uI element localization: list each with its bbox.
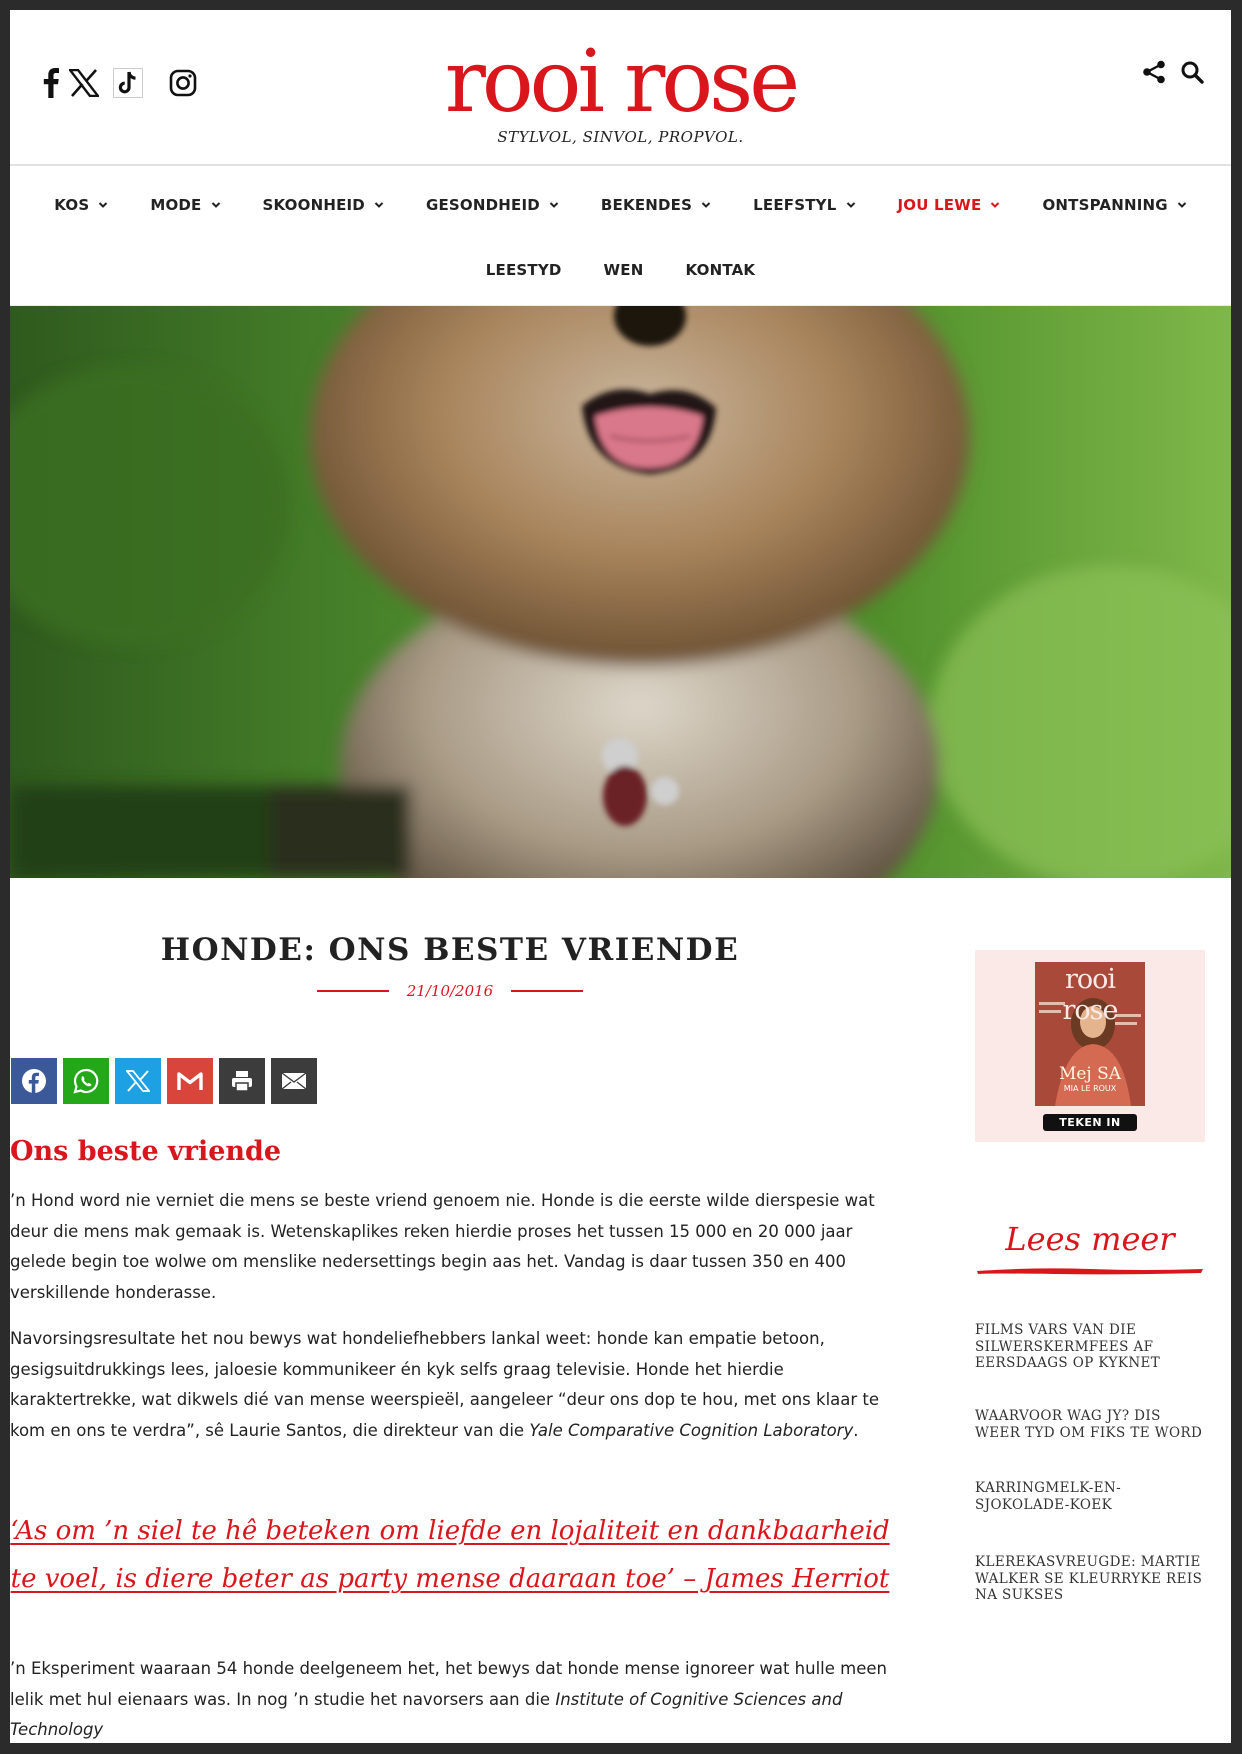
print-button[interactable] [219,1058,265,1104]
nav-label: KOS [54,196,90,214]
nav-label: LEESTYD [485,261,562,279]
chevron-down-icon [701,202,711,208]
main-nav: KOS MODE SKOONHEID GESONDHEID BEKENDES L… [10,168,1231,306]
site-header: rooi rose STYLVOL, SINVOL, PROPVOL. [10,10,1231,166]
search-icon[interactable] [1180,60,1206,86]
related-article-link[interactable]: KARRINGMELK-EN-SJOKOLADE-KOEK [975,1480,1205,1513]
divider [316,990,389,992]
share-whatsapp-button[interactable] [63,1058,109,1104]
paragraph-end: . [853,1420,859,1440]
hero-image [10,306,1231,878]
facebook-icon [22,1069,46,1094]
nav-item-bekendes[interactable]: BEKENDES [601,196,711,214]
lab-name: Yale Comparative Cognition Laboratory [529,1420,854,1440]
chevron-down-icon [374,202,384,208]
chevron-down-icon [846,202,855,208]
share-email-button[interactable] [271,1058,317,1104]
share-bar [11,1058,323,1104]
read-more-heading: Lees meer [1005,1220,1175,1258]
subscribe-button[interactable]: TEKEN IN [1043,1114,1137,1131]
chevron-down-icon [1177,202,1186,208]
whatsapp-icon [73,1068,99,1094]
nav-item-gesondheid[interactable]: GESONDHEID [426,196,559,214]
article-title: HONDE: ONS BESTE VRIENDE [160,932,740,968]
print-icon [232,1071,252,1092]
chevron-down-icon [549,202,559,208]
cover-subline: MIA LE ROUX [1063,1084,1117,1093]
share-icon[interactable] [1142,60,1168,86]
article-date: 21/10/2016 [406,982,494,1000]
nav-item-skoonheid[interactable]: SKOONHEID [263,196,384,214]
related-article-link[interactable]: KLEREKASVREUGDE: MARTIE WALKER SE KLEURR… [975,1554,1205,1604]
cover-headline: Mej SA [1058,1064,1122,1084]
share-x-button[interactable] [115,1058,161,1104]
nav-item-mode[interactable]: MODE [150,196,220,214]
nav-item-kontak[interactable]: KONTAK [686,261,756,279]
x-icon [126,1070,150,1092]
chevron-down-icon [991,202,1000,208]
nav-item-wen[interactable]: WEN [604,261,644,279]
chevron-down-icon [99,202,108,208]
email-icon [281,1072,307,1090]
share-facebook-button[interactable] [11,1058,57,1104]
related-article-link[interactable]: FILMS VARS VAN DIE SILWERSKERMFEES AF EE… [975,1322,1205,1372]
brush-divider [977,1268,1203,1275]
page: rooi rose STYLVOL, SINVOL, PROPVOL. KOS … [10,10,1231,1743]
article-paragraph: ’n Eksperiment waaraan 54 honde deelgene… [10,1654,890,1743]
nav-label: SKOONHEID [262,196,365,214]
article-meta: 21/10/2016 [10,982,890,1000]
nav-item-ontspanning[interactable]: ONTSPANNING [1042,196,1186,214]
cover-logo: rooi rose [1062,964,1119,1026]
site-logo[interactable]: rooi rose [10,32,1231,132]
nav-item-leefstyl[interactable]: LEEFSTYL [753,196,855,214]
nav-label: MODE [150,196,202,214]
site-tagline: STYLVOL, SINVOL, PROPVOL. [497,128,744,146]
chevron-down-icon [211,202,220,208]
article-paragraph: ’n Hond word nie verniet die mens se bes… [10,1191,875,1302]
nav-label: BEKENDES [600,196,693,214]
nav-item-kos[interactable]: KOS [54,196,108,214]
nav-item-leestyd[interactable]: LEESTYD [486,261,562,279]
share-gmail-button[interactable] [167,1058,213,1104]
nav-item-jou-lewe[interactable]: JOU LEWE [898,196,1001,214]
article-paragraph: Navorsingsresultate het nou bewys wat ho… [10,1324,890,1446]
nav-label: WEN [603,261,644,279]
nav-label: LEEFSTYL [753,196,837,214]
related-article-link[interactable]: WAARVOOR WAG JY? DIS WEER TYD OM FIKS TE… [975,1408,1205,1441]
pull-quote: ‘As om ’n siel te hê beteken om liefde e… [10,1516,890,1594]
nav-label: GESONDHEID [425,196,540,214]
nav-label: KONTAK [685,261,756,279]
nav-label: JOU LEWE [897,196,982,214]
article-subheading: Ons beste vriende [10,1136,282,1167]
divider [511,990,584,992]
gmail-icon [177,1072,203,1090]
magazine-cover[interactable]: rooi rose Mej SA MIA LE ROUX [1035,962,1145,1106]
nav-label: ONTSPANNING [1042,196,1168,214]
magazine-subscribe-promo[interactable]: rooi rose Mej SA MIA LE ROUX TEKEN IN [975,950,1205,1142]
